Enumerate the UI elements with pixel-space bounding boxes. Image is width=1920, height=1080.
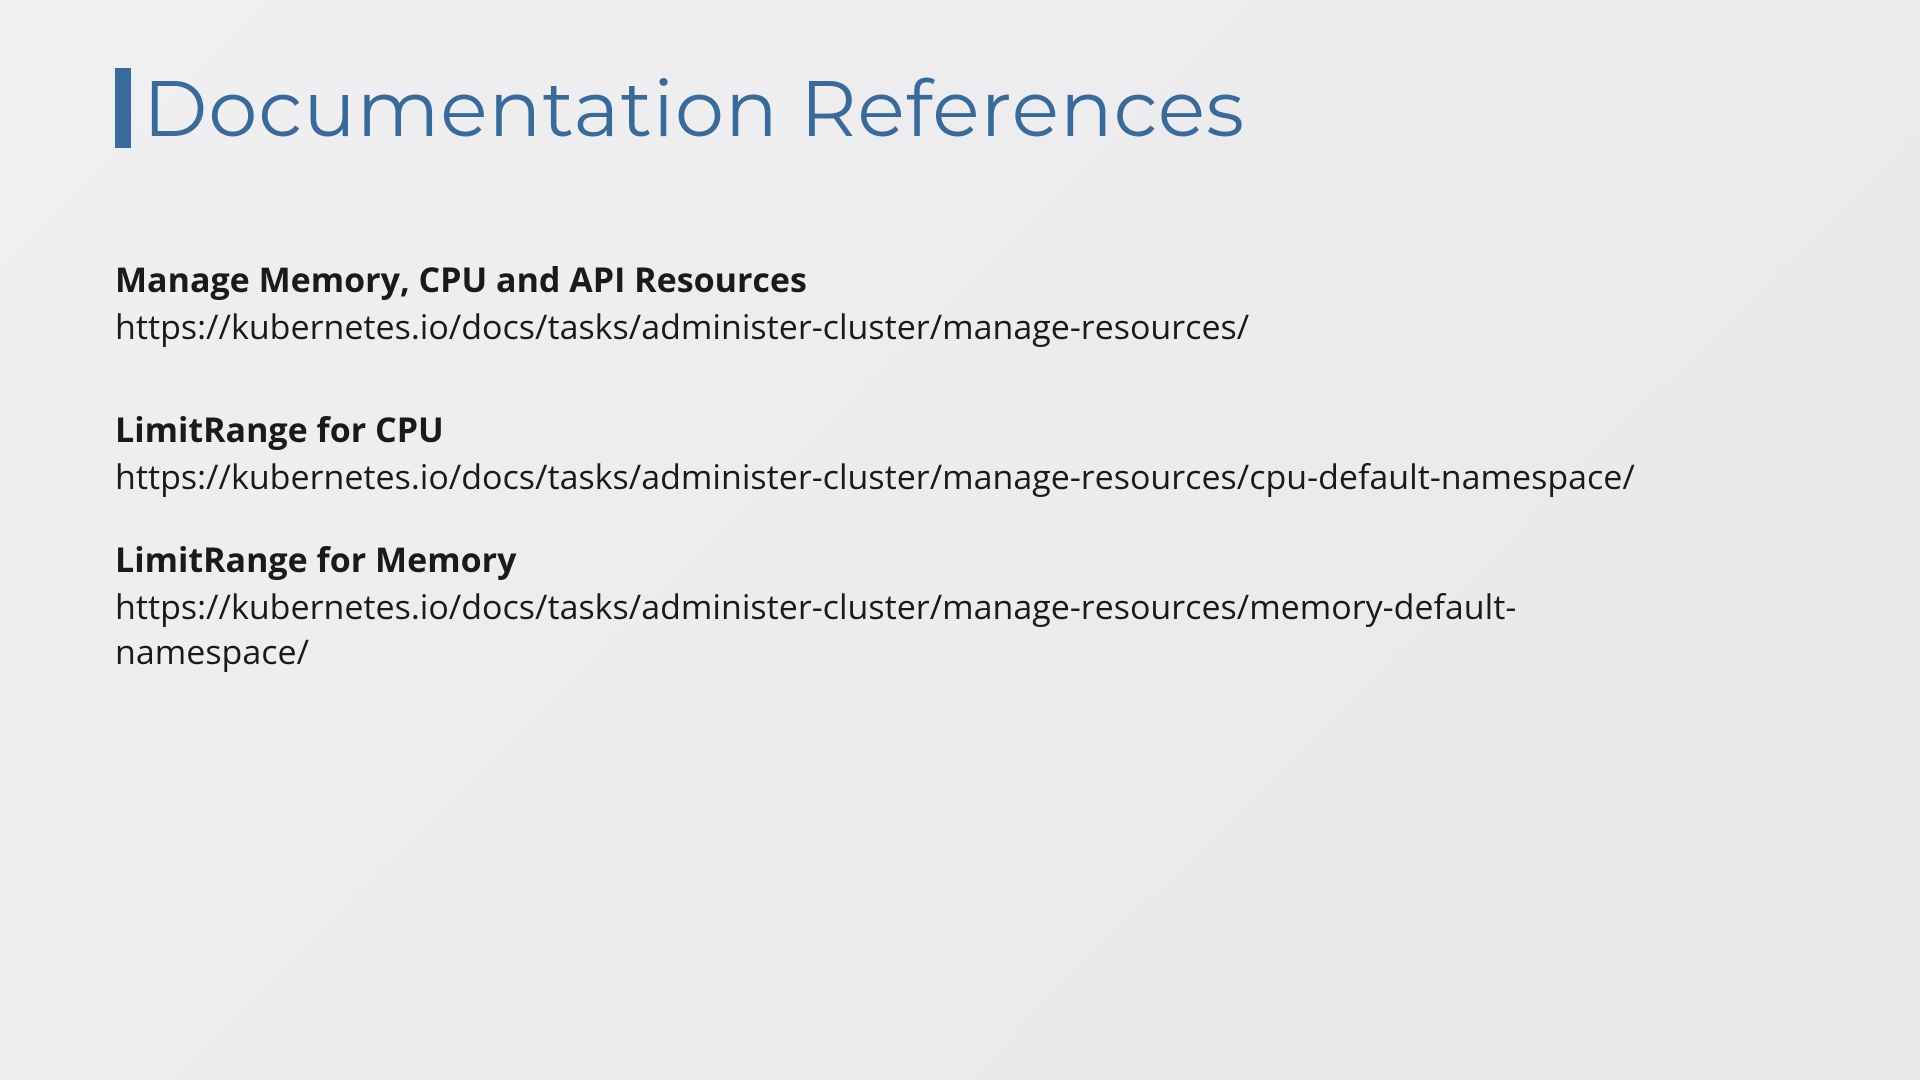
content-area: Manage Memory, CPU and API Resources htt…	[115, 256, 1805, 673]
slide-container: Documentation References Manage Memory, …	[0, 0, 1920, 1080]
reference-url: https://kubernetes.io/docs/tasks/adminis…	[115, 584, 1635, 672]
title-row: Documentation References	[115, 60, 1805, 156]
reference-title: LimitRange for CPU	[115, 406, 1805, 452]
reference-block-limitrange-memory: LimitRange for Memory https://kubernetes…	[115, 536, 1805, 672]
title-accent-bar	[115, 68, 131, 148]
reference-title: LimitRange for Memory	[115, 536, 1805, 582]
reference-block-manage-resources: Manage Memory, CPU and API Resources htt…	[115, 256, 1805, 348]
reference-url: https://kubernetes.io/docs/tasks/adminis…	[115, 304, 1635, 348]
reference-url: https://kubernetes.io/docs/tasks/adminis…	[115, 454, 1635, 498]
reference-block-limitrange-cpu: LimitRange for CPU https://kubernetes.io…	[115, 406, 1805, 498]
page-title: Documentation References	[143, 60, 1245, 156]
reference-title: Manage Memory, CPU and API Resources	[115, 256, 1805, 302]
